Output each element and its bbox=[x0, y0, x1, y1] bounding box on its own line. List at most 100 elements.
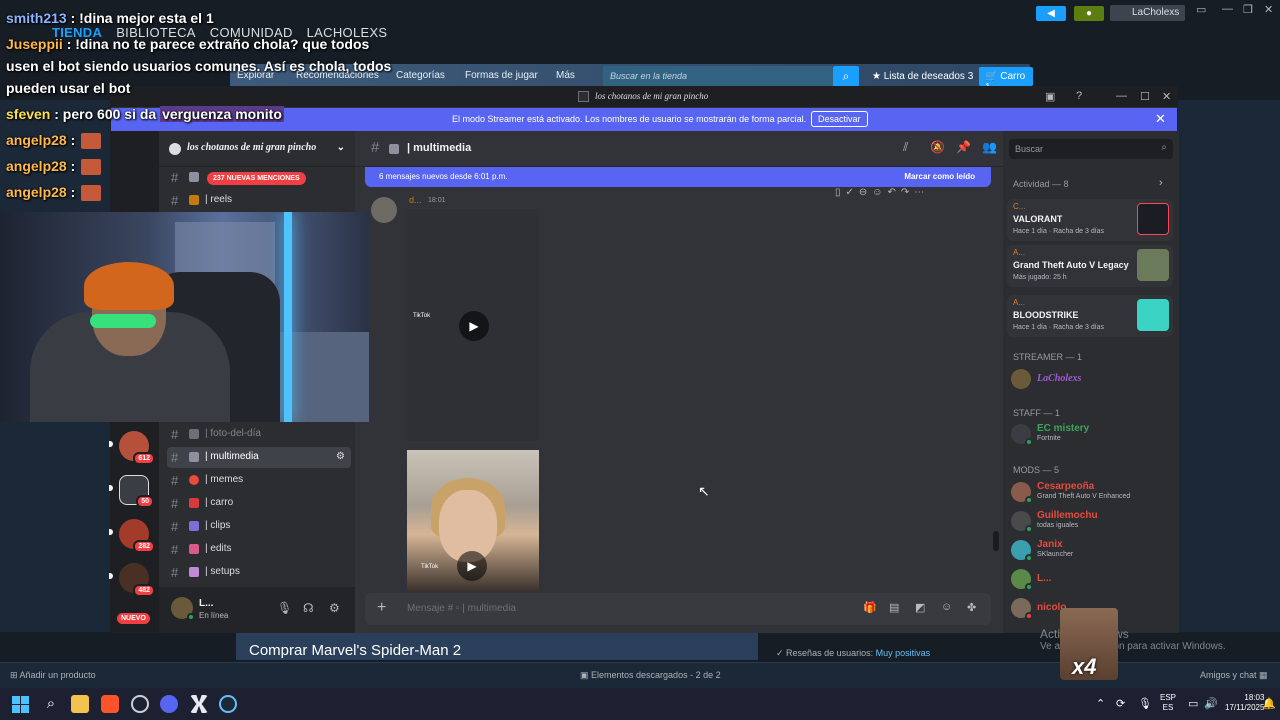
avatar[interactable] bbox=[371, 197, 397, 223]
channel-name: | reels bbox=[205, 194, 233, 205]
monitor-icon[interactable]: ▭ bbox=[1196, 3, 1206, 16]
maximize-icon[interactable]: ❐ bbox=[1243, 3, 1253, 16]
channel-memes[interactable]: # | memes bbox=[167, 470, 351, 491]
channel-emoji-icon bbox=[189, 452, 199, 462]
friends-chat-button[interactable]: Amigos y chat ▦ bbox=[1200, 670, 1268, 681]
headphones-icon[interactable]: ☊ bbox=[303, 601, 314, 615]
add-attachment-icon[interactable]: + bbox=[377, 599, 386, 617]
stream-chat-line: pueden usar el bot bbox=[6, 80, 130, 96]
server-icon[interactable]: 612 bbox=[119, 431, 155, 465]
hash-icon: # bbox=[171, 427, 179, 442]
gift-icon[interactable]: 🎁 bbox=[863, 601, 877, 614]
network-icon[interactable]: ▭ bbox=[1188, 697, 1198, 710]
language-indicator[interactable]: ESP ES bbox=[1160, 693, 1176, 713]
maximize-icon[interactable]: ☐ bbox=[1140, 90, 1150, 103]
close-icon[interactable]: ✕ bbox=[1162, 90, 1171, 103]
system-clock[interactable]: 18:03 17/11/2025 bbox=[1225, 693, 1264, 713]
subnav-ways-to-play[interactable]: Formas de jugar bbox=[465, 70, 538, 81]
message-author[interactable]: d... bbox=[409, 195, 422, 205]
channel-edits[interactable]: # | edits bbox=[167, 539, 351, 560]
chat-scrollbar[interactable] bbox=[993, 531, 999, 551]
channel-setups[interactable]: # | setups bbox=[167, 562, 351, 583]
member-item[interactable]: EC mistery Fortnite bbox=[1011, 422, 1173, 446]
notification-bell-icon[interactable]: ● bbox=[1074, 6, 1104, 21]
file-explorer-icon[interactable] bbox=[71, 695, 89, 713]
member-activity: SKlauncher bbox=[1037, 551, 1074, 558]
store-search-input[interactable]: Buscar en la tienda bbox=[603, 66, 833, 87]
minimize-icon[interactable]: — bbox=[1222, 3, 1233, 15]
gear-icon[interactable]: ⚙ bbox=[329, 601, 340, 615]
search-icon[interactable]: ⌕ bbox=[833, 66, 859, 87]
video-attachment[interactable]: TikTok ▶ bbox=[407, 209, 539, 441]
github-icon[interactable] bbox=[131, 695, 149, 713]
message-actions[interactable]: ▯✓⊖☺↶↷⋯ bbox=[835, 187, 981, 205]
member-item[interactable]: Guillemochu todas iguales bbox=[1011, 509, 1173, 533]
channel-clips[interactable]: # | clips bbox=[167, 516, 351, 537]
channel-multimedia[interactable]: # | multimedia ⚙ bbox=[167, 447, 351, 468]
guild-name: los chotanos de mi gran pincho bbox=[187, 142, 317, 153]
capcut-icon[interactable] bbox=[190, 695, 208, 713]
activity-card[interactable]: A... BLOODSTRIKE Hace 1 día · Racha de 3… bbox=[1007, 295, 1173, 337]
inbox-icon[interactable]: ▣ bbox=[1045, 90, 1055, 103]
member-item[interactable]: Janix SKlauncher bbox=[1011, 538, 1173, 562]
play-icon[interactable]: ▶ bbox=[459, 311, 489, 341]
add-product-button[interactable]: ⊞ Añadir un producto bbox=[10, 670, 96, 681]
account-menu[interactable]: LaCholexs bbox=[1110, 5, 1186, 21]
new-messages-bar[interactable]: 6 mensajes nuevos desde 6:01 p.m. Marcar… bbox=[365, 167, 991, 187]
wishlist-link[interactable]: ★ Lista de deseados 3 bbox=[872, 71, 973, 82]
search-input[interactable]: Buscar ⌕ bbox=[1009, 139, 1173, 159]
sticker-icon[interactable]: ◩ bbox=[915, 601, 925, 614]
activity-card[interactable]: C... VALORANT Hace 1 día · Racha de 3 dí… bbox=[1007, 199, 1173, 241]
mute-bell-icon[interactable]: 🔕 bbox=[930, 140, 945, 154]
threads-icon[interactable]: ⫽ bbox=[903, 140, 908, 155]
channel-carro[interactable]: # | carro bbox=[167, 493, 351, 514]
disable-streamer-button[interactable]: Desactivar bbox=[811, 111, 868, 127]
sync-icon[interactable]: ⟳ bbox=[1116, 697, 1125, 710]
member-item[interactable]: Cesarpeoña Grand Theft Auto V Enhanced bbox=[1011, 480, 1173, 504]
member-item[interactable]: LaCholexs bbox=[1011, 367, 1173, 391]
guild-header[interactable]: los chotanos de mi gran pincho ⌄ bbox=[159, 131, 355, 167]
reviews-value[interactable]: Muy positivas bbox=[876, 648, 931, 658]
help-icon[interactable]: ? bbox=[1076, 90, 1082, 102]
subnav-more[interactable]: Más bbox=[556, 70, 575, 81]
apps-icon[interactable]: ✤ bbox=[967, 601, 976, 614]
server-icon[interactable]: 50 bbox=[119, 475, 154, 508]
brave-browser-icon[interactable] bbox=[101, 695, 119, 713]
chevron-up-icon[interactable]: ⌃ bbox=[1096, 697, 1105, 710]
pin-icon[interactable]: 📌 bbox=[956, 140, 971, 154]
channel-foto-del-dia[interactable]: # | foto-del-día bbox=[167, 424, 351, 445]
microphone-icon[interactable]: 🎙 bbox=[277, 601, 292, 615]
close-icon[interactable]: ✕ bbox=[1155, 111, 1166, 127]
minimize-icon[interactable]: — bbox=[1116, 90, 1127, 102]
member-list-icon[interactable]: 👥 bbox=[982, 140, 997, 154]
search-icon[interactable]: ⌕ bbox=[42, 695, 60, 713]
chevron-right-icon[interactable]: › bbox=[1159, 177, 1163, 189]
mark-read-button[interactable]: Marcar como leído bbox=[904, 172, 975, 181]
subnav-categories[interactable]: Categorías bbox=[396, 70, 445, 81]
downloads-status[interactable]: ▣ Elementos descargados - 2 de 2 bbox=[580, 670, 721, 681]
activity-card[interactable]: A... Grand Theft Auto V Legacy Más jugad… bbox=[1007, 245, 1173, 287]
new-mentions-pill[interactable]: 237 NUEVAS MENCIONES bbox=[207, 172, 306, 185]
play-icon[interactable]: ▶ bbox=[457, 551, 487, 581]
windows-start-icon[interactable] bbox=[12, 696, 29, 713]
channel-settings-icon[interactable]: ⚙ bbox=[336, 451, 345, 462]
member-item[interactable]: L... bbox=[1011, 567, 1173, 591]
member-activity: Grand Theft Auto V Enhanced bbox=[1037, 493, 1131, 500]
channel-name: | clips bbox=[205, 520, 231, 531]
channel-reels[interactable]: # | reels bbox=[167, 190, 351, 211]
gif-icon[interactable]: ▤ bbox=[889, 601, 899, 614]
broadcast-icon[interactable]: ◀ bbox=[1036, 6, 1066, 21]
discord-icon[interactable] bbox=[160, 695, 178, 713]
volume-icon[interactable]: 🔊 bbox=[1204, 697, 1218, 710]
server-icon[interactable]: 482 bbox=[119, 563, 155, 597]
notifications-icon[interactable]: 🔔 bbox=[1262, 697, 1276, 710]
steam-icon[interactable] bbox=[219, 695, 237, 713]
emoji-icon[interactable]: ☺ bbox=[941, 601, 952, 613]
server-icon[interactable]: 282 bbox=[119, 519, 155, 553]
microphone-icon[interactable]: 🎙 bbox=[1138, 697, 1152, 710]
activity-user: C... bbox=[1013, 202, 1026, 211]
video-attachment[interactable]: TikTok ▶ bbox=[407, 450, 539, 591]
cart-button[interactable]: 🛒 Carro 1 bbox=[979, 67, 1033, 93]
message-input[interactable]: + Mensaje # ▫ | multimedia 🎁 ▤ ◩ ☺ ✤ bbox=[365, 593, 991, 625]
close-icon[interactable]: ✕ bbox=[1264, 3, 1273, 16]
